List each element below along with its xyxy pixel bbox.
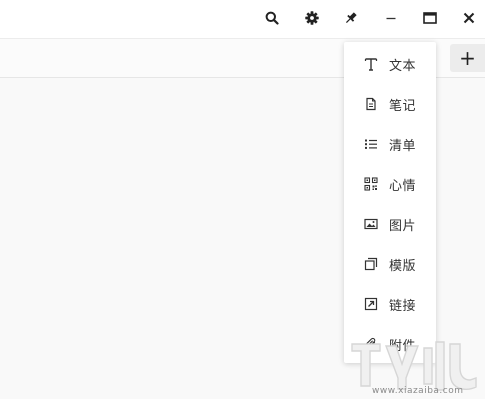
minimize-button[interactable] xyxy=(378,6,404,30)
image-icon xyxy=(363,216,379,232)
watermark-url: www.xiazaiba.com xyxy=(372,386,464,396)
link-icon xyxy=(363,296,379,312)
minimize-icon xyxy=(386,17,396,20)
menu-item-template[interactable]: 模版 xyxy=(344,246,436,282)
settings-button[interactable] xyxy=(299,6,325,30)
add-button[interactable]: + xyxy=(450,44,485,72)
menu-item-label: 图片 xyxy=(389,218,417,234)
note-icon xyxy=(363,96,379,112)
menu-item-mood[interactable]: 心情 xyxy=(344,166,436,202)
checklist-icon xyxy=(363,136,379,152)
pin-button[interactable] xyxy=(338,6,364,30)
menu-item-checklist[interactable]: 清单 xyxy=(344,126,436,162)
search-button[interactable] xyxy=(259,6,285,30)
mood-icon xyxy=(363,176,379,192)
menu-item-label: 模版 xyxy=(389,258,417,274)
menu-item-image[interactable]: 图片 xyxy=(344,206,436,242)
menu-item-attachment[interactable]: 附件 xyxy=(344,326,436,362)
close-button[interactable] xyxy=(456,6,482,30)
maximize-icon xyxy=(423,12,437,24)
menu-item-label: 链接 xyxy=(389,298,417,314)
menu-item-link[interactable]: 链接 xyxy=(344,286,436,322)
pin-icon xyxy=(345,12,357,24)
search-icon xyxy=(265,11,279,25)
menu-item-label: 心情 xyxy=(389,178,417,194)
menu-item-label: 附件 xyxy=(389,338,417,354)
menu-item-label: 笔记 xyxy=(389,98,417,114)
title-bar xyxy=(0,0,485,38)
maximize-button[interactable] xyxy=(417,6,443,30)
close-icon xyxy=(463,12,475,24)
gear-icon xyxy=(305,11,319,25)
text-icon xyxy=(363,56,379,72)
menu-item-note[interactable]: 笔记 xyxy=(344,86,436,122)
new-item-menu: 文本 笔记 清单 心情 图片 模版 链接 附件 xyxy=(344,42,436,363)
template-icon xyxy=(363,256,379,272)
menu-item-label: 文本 xyxy=(389,58,417,74)
attachment-icon xyxy=(363,336,379,352)
menu-item-text[interactable]: 文本 xyxy=(344,46,436,82)
menu-item-label: 清单 xyxy=(389,138,417,154)
